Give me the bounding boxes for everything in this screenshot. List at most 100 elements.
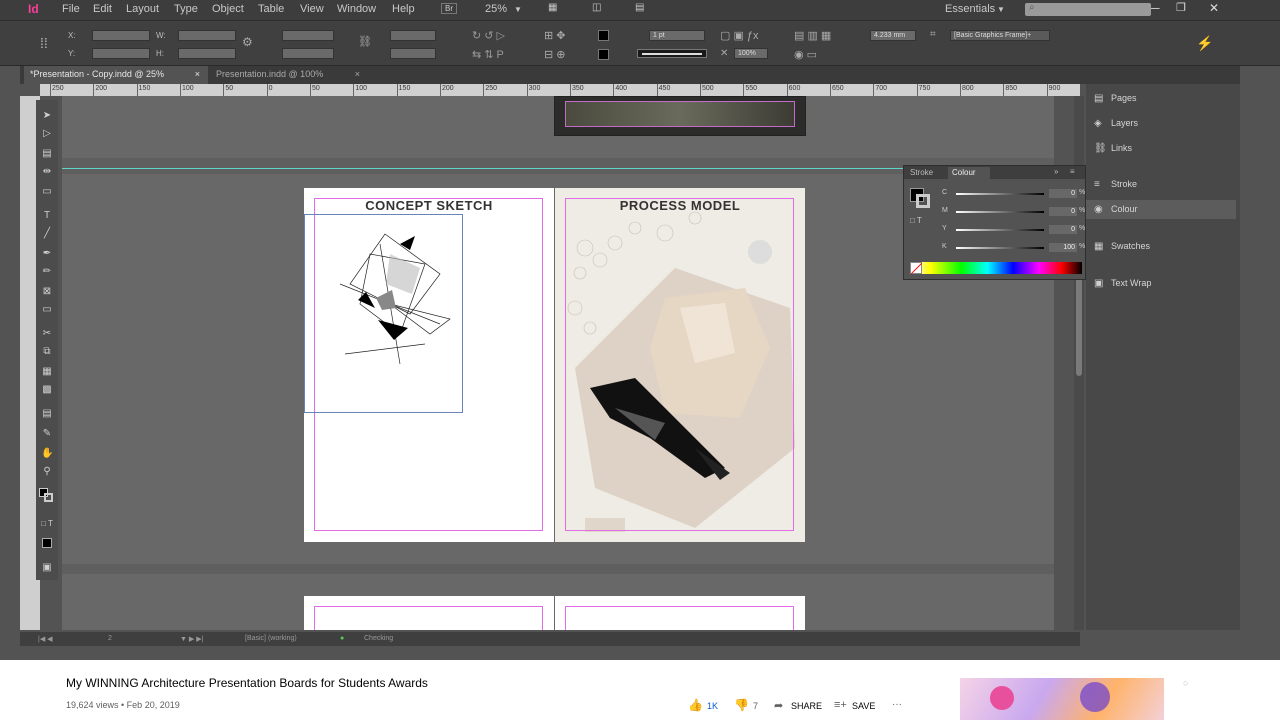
- m-value[interactable]: 0: [1049, 207, 1077, 216]
- tab-presentation-copy[interactable]: *Presentation - Copy.indd @ 25% ×: [24, 66, 208, 84]
- y-field[interactable]: [92, 48, 150, 59]
- line-tool-icon[interactable]: ╱: [41, 228, 53, 240]
- reference-point-icon[interactable]: ⁞⁞: [40, 35, 48, 51]
- x-field[interactable]: [92, 30, 150, 41]
- stroke-color-icon[interactable]: [916, 194, 930, 208]
- dock-item-layers[interactable]: ◈ Layers: [1094, 118, 1138, 129]
- minimize-icon[interactable]: ─: [1151, 1, 1160, 15]
- tab-colour[interactable]: Colour: [948, 167, 990, 179]
- page-concept-sketch[interactable]: CONCEPT SKETCH: [304, 188, 554, 542]
- dock-item-text-wrap[interactable]: ▣ Text Wrap: [1094, 278, 1151, 289]
- direct-selection-tool-icon[interactable]: ▷: [41, 128, 53, 140]
- scale-x-field[interactable]: [282, 30, 334, 41]
- like-count[interactable]: 1K: [707, 701, 718, 711]
- type-tool-icon[interactable]: T: [41, 210, 53, 222]
- selection-tool-icon[interactable]: ➤: [41, 110, 53, 122]
- height-field[interactable]: [178, 48, 236, 59]
- scissors-tool-icon[interactable]: ✂: [41, 328, 53, 340]
- color-ramp[interactable]: [910, 262, 1082, 274]
- formatting-icon[interactable]: □ T: [910, 216, 922, 225]
- menu-edit[interactable]: Edit: [93, 3, 112, 15]
- opacity-icon[interactable]: ✕: [720, 48, 728, 59]
- pen-tool-icon[interactable]: ✒: [41, 248, 53, 260]
- gap-tool-icon[interactable]: ⇹: [41, 166, 53, 178]
- note-tool-icon[interactable]: ▤: [41, 408, 53, 420]
- close-icon[interactable]: ✕: [1209, 1, 1219, 15]
- tab-close-icon[interactable]: ×: [195, 69, 200, 79]
- gap-field[interactable]: 4.233 mm: [870, 30, 916, 41]
- stroke-swatch[interactable]: [598, 49, 609, 60]
- like-icon[interactable]: 👍: [688, 698, 703, 712]
- view-options-icon[interactable]: ▦: [548, 2, 557, 13]
- dislike-count[interactable]: 7: [753, 701, 758, 711]
- menu-view[interactable]: View: [300, 3, 324, 15]
- y-value[interactable]: 0: [1049, 225, 1077, 234]
- dock-item-colour[interactable]: ◉ Colour: [1086, 200, 1236, 219]
- zoom-select[interactable]: 25%: [485, 3, 507, 15]
- page-below-right[interactable]: [555, 596, 805, 630]
- save-icon[interactable]: ≡+: [834, 699, 847, 711]
- dock-item-swatches[interactable]: ▦ Swatches: [1094, 241, 1150, 252]
- rectangle-tool-icon[interactable]: ▭: [41, 304, 53, 316]
- effects-icon[interactable]: ◉ ▭: [794, 48, 817, 61]
- stroke-type-select[interactable]: [637, 49, 707, 58]
- menu-object[interactable]: Object: [212, 3, 244, 15]
- eyedropper-tool-icon[interactable]: ✎: [41, 428, 53, 440]
- screen-mode-tool-icon[interactable]: ▣: [41, 562, 53, 574]
- page-tool-icon[interactable]: ▤: [41, 148, 53, 160]
- panel-collapse-icon[interactable]: »: [1054, 167, 1058, 176]
- menu-help[interactable]: Help: [392, 3, 415, 15]
- dock-item-links[interactable]: ⛓ Links: [1094, 143, 1132, 154]
- gradient-tool-icon[interactable]: ▦: [41, 366, 53, 378]
- dislike-icon[interactable]: 👎: [734, 698, 749, 712]
- flip-icon[interactable]: ⇆ ⇅ P: [472, 48, 504, 61]
- rectangle-frame-tool-icon[interactable]: ⊠: [41, 286, 53, 298]
- share-button[interactable]: SHARE: [791, 701, 822, 711]
- chevron-down-icon[interactable]: ▼: [514, 5, 522, 14]
- apply-color-icon[interactable]: [42, 538, 52, 548]
- ad-info-icon[interactable]: ○: [1183, 678, 1188, 688]
- scale-y-field[interactable]: [282, 48, 334, 59]
- rotate-field[interactable]: [390, 30, 436, 41]
- arrange-documents-icon[interactable]: ▤: [635, 2, 644, 13]
- restore-icon[interactable]: ❐: [1176, 1, 1186, 14]
- workspace-switcher[interactable]: Essentials: [945, 3, 995, 15]
- constrain-link-icon[interactable]: ⚙: [242, 35, 253, 49]
- menu-file[interactable]: File: [62, 3, 80, 15]
- page-nav-icon[interactable]: ▼ ▶ ▶|: [180, 635, 203, 643]
- panel-menu-icon[interactable]: ≡: [1070, 167, 1075, 176]
- object-style-select[interactable]: [Basic Graphics Frame]+: [950, 30, 1050, 41]
- k-slider[interactable]: [956, 247, 1044, 249]
- c-slider[interactable]: [956, 193, 1044, 195]
- menu-table[interactable]: Table: [258, 3, 284, 15]
- ad-banner-image[interactable]: [960, 678, 1164, 720]
- stroke-color-icon[interactable]: [44, 493, 53, 502]
- k-value[interactable]: 100: [1049, 243, 1077, 252]
- scroll-thumb[interactable]: [1076, 276, 1082, 376]
- proportion-link-icon[interactable]: ⛓: [358, 35, 372, 48]
- page-process-model[interactable]: PROCESS MODEL: [555, 188, 805, 542]
- tab-stroke[interactable]: Stroke: [910, 168, 933, 177]
- save-button[interactable]: SAVE: [852, 701, 875, 711]
- screen-mode-icon[interactable]: ◫: [592, 2, 601, 13]
- share-icon[interactable]: ➦: [774, 699, 783, 712]
- bridge-button[interactable]: Br: [441, 3, 457, 14]
- zoom-tool-icon[interactable]: ⚲: [41, 466, 53, 478]
- tab-presentation[interactable]: Presentation.indd @ 100% ×: [210, 66, 360, 84]
- menu-layout[interactable]: Layout: [126, 3, 159, 15]
- gradient-feather-icon[interactable]: ▩: [41, 384, 53, 396]
- menu-type[interactable]: Type: [174, 3, 198, 15]
- opacity-field[interactable]: 100%: [734, 48, 768, 59]
- align-icon[interactable]: ▤ ▥ ▦: [794, 29, 831, 42]
- rotate-icon[interactable]: ↻ ↺ ▷: [472, 29, 505, 42]
- select-container-icon[interactable]: ⊞ ✥: [544, 29, 566, 42]
- menu-window[interactable]: Window: [337, 3, 376, 15]
- pencil-tool-icon[interactable]: ✏: [41, 266, 53, 278]
- more-button[interactable]: ···: [892, 699, 902, 710]
- search-input[interactable]: [1025, 3, 1151, 16]
- page-number[interactable]: 2: [108, 635, 112, 642]
- workspace-chevron-icon[interactable]: ▼: [997, 5, 1005, 14]
- select-content-icon[interactable]: ⊟ ⊕: [544, 48, 566, 61]
- free-transform-tool-icon[interactable]: ⧉: [41, 346, 53, 358]
- content-collector-icon[interactable]: ▭: [41, 186, 53, 198]
